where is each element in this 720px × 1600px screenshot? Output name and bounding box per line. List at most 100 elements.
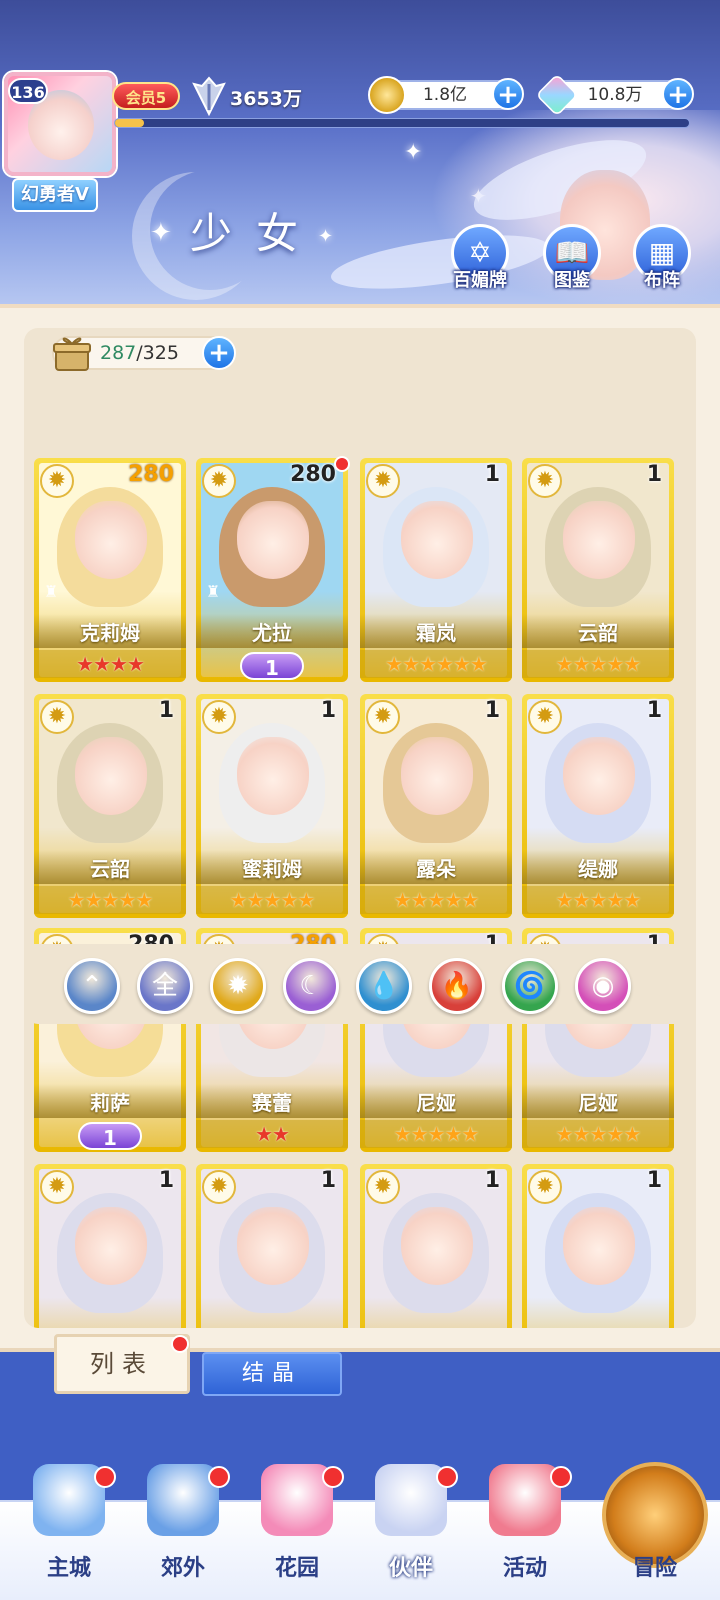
star-icon: ★ [589, 888, 608, 912]
card-grid-area[interactable]: 287/325 + ✹ 280 ♜ 克莉姆 ★★★★ ✹ 280 ♜ 尤拉 1 ✹ 1 霜岚 ★★★★★★… [24, 328, 696, 1328]
star-rating: ★★★★★ [522, 1120, 674, 1148]
star-icon: ★ [572, 888, 591, 912]
partner-level: 1 [646, 698, 662, 723]
portrait-face [75, 1207, 147, 1285]
star-icon: ★ [255, 1122, 273, 1146]
diamond-value: 10.8万 [587, 85, 643, 105]
page-title: 少女 [190, 209, 323, 258]
star-icon: ★ [555, 888, 574, 912]
partner-level: 1 [484, 1168, 500, 1193]
partner-name: 尼娅 [360, 1084, 512, 1118]
lock-icon: ♜ [206, 582, 221, 601]
tab-crystal-label: 结晶 [241, 1361, 302, 1386]
card-deck-button[interactable]: ✡ 百媚牌 [448, 224, 512, 294]
filter-heart-button[interactable]: ◉ [575, 958, 631, 1014]
star-icon: ★ [229, 888, 248, 912]
sparkle-icon: ✦ [404, 140, 423, 165]
partner-card[interactable]: ✹ 1 露朵 ★★★★★ [360, 694, 512, 918]
formation-label: 布阵 [644, 270, 680, 291]
sun-element-icon: ✹ [366, 700, 400, 734]
star-icon: ★ [297, 888, 315, 912]
nav-item[interactable]: 活动 [472, 1464, 578, 1598]
sun-element-icon: ✹ [366, 1170, 400, 1204]
star-icon: ★ [623, 1122, 641, 1146]
partner-card[interactable]: ✹ 1 缇娜 ★★★★★ [522, 694, 674, 918]
star-rating: ★★★★★ [522, 650, 674, 678]
filter-wind-button[interactable]: 🌀 [502, 958, 558, 1014]
filter-fire-button[interactable]: 🔥 [429, 958, 485, 1014]
filter-all-button[interactable]: 全 [137, 958, 193, 1014]
filter-sun-button[interactable]: ✹ [210, 958, 266, 1014]
nav-item[interactable]: 伙伴 [358, 1464, 464, 1598]
star-icon: ★ [76, 652, 94, 676]
partner-card[interactable]: ✹ 1 霜岚 ★★★★★★ [360, 458, 512, 682]
partner-card[interactable]: ✹ 1 [34, 1164, 186, 1328]
star-icon: ★ [444, 1122, 462, 1146]
star-rating: ★★★★★★ [360, 650, 512, 678]
star-icon: ★ [427, 1122, 446, 1146]
partner-card[interactable]: ✹ 1 蜜莉姆 ★★★★★ [196, 694, 348, 918]
player-name-badge[interactable]: 幻勇者V [12, 178, 98, 212]
star-icon: ★ [606, 1122, 624, 1146]
portrait-face [563, 501, 635, 579]
partner-level: 1 [646, 462, 662, 487]
star-icon: ★ [126, 652, 145, 676]
star-icon: ★ [135, 888, 153, 912]
partner-name: 云韶 [34, 850, 186, 884]
capacity-counter: 287/325 + [52, 336, 236, 371]
portrait-face [75, 501, 147, 579]
nav-item[interactable]: 花园 [244, 1464, 350, 1598]
notification-dot [436, 1466, 458, 1488]
portrait-face [563, 1207, 635, 1285]
star-icon: ★ [110, 652, 128, 676]
star-icon: ★ [461, 1122, 479, 1146]
element-filter-bar: ⌃ 全 ✹ ☾ 💧 🔥 🌀 ◉ [24, 944, 696, 1024]
partner-name: 尼娅 [522, 1084, 674, 1118]
notification-dot [550, 1466, 572, 1488]
partner-card[interactable]: ✹ 1 云韶 ★★★★★ [522, 458, 674, 682]
vip-badge[interactable]: 会员5 [112, 82, 180, 110]
filter-moon-button[interactable]: ☾ [283, 958, 339, 1014]
partner-card[interactable]: ✹ 1 云韶 ★★★★★ [34, 694, 186, 918]
star-icon: ★ [402, 652, 420, 676]
player-level-badge: 136 [8, 78, 48, 104]
adventure-label[interactable]: 冒险 [602, 1550, 708, 1582]
add-gold-button[interactable]: + [492, 78, 524, 110]
partner-card[interactable]: ✹ 1 [360, 1164, 512, 1328]
partner-card[interactable]: ✹ 280 ♜ 尤拉 1 [196, 456, 350, 682]
nav-label: 花园 [274, 1556, 319, 1581]
partner-card[interactable]: ✹ 1 [196, 1164, 348, 1328]
partner-card[interactable]: ✹ 280 ♜ 克莉姆 ★★★★ [34, 458, 186, 682]
expand-capacity-button[interactable]: + [202, 336, 236, 370]
partner-name: 莉萨 [34, 1084, 186, 1118]
sun-element-icon: ✹ [366, 464, 400, 498]
star-icon: ★ [589, 652, 608, 676]
portrait-face [401, 737, 473, 815]
star-icon: ★ [589, 1122, 608, 1146]
star-rating: ★★★★★ [360, 886, 512, 914]
filter-top-tier-button[interactable]: ⌃ [64, 958, 120, 1014]
nav-item[interactable]: 主城 [16, 1464, 122, 1598]
codex-label: 图鉴 [554, 270, 590, 291]
tab-list[interactable]: 列表 [54, 1334, 190, 1394]
partner-level: 1 [158, 698, 174, 723]
awaken-wing-badge: 1 [240, 652, 304, 680]
partner-name: 尤拉 [196, 614, 348, 648]
gold-value: 1.8亿 [422, 85, 468, 105]
add-diamond-button[interactable]: + [662, 78, 694, 110]
tab-crystal[interactable]: 结晶 [202, 1352, 342, 1396]
gold-coin-icon [368, 76, 406, 114]
filter-water-button[interactable]: 💧 [356, 958, 412, 1014]
nav-item[interactable]: 郊外 [130, 1464, 236, 1598]
partner-name: 霜岚 [360, 614, 512, 648]
partner-name: 露朵 [360, 850, 512, 884]
portrait-face [75, 737, 147, 815]
formation-button[interactable]: ▦ 布阵 [630, 224, 694, 294]
star-icon: ★ [427, 888, 446, 912]
combat-power-icon [192, 76, 226, 116]
gold-resource: 1.8亿 + [368, 76, 524, 114]
sun-element-icon: ✹ [202, 700, 236, 734]
partner-card[interactable]: ✹ 1 [522, 1164, 674, 1328]
codex-button[interactable]: 📖 图鉴 [540, 224, 604, 294]
partner-level: 1 [646, 1168, 662, 1193]
